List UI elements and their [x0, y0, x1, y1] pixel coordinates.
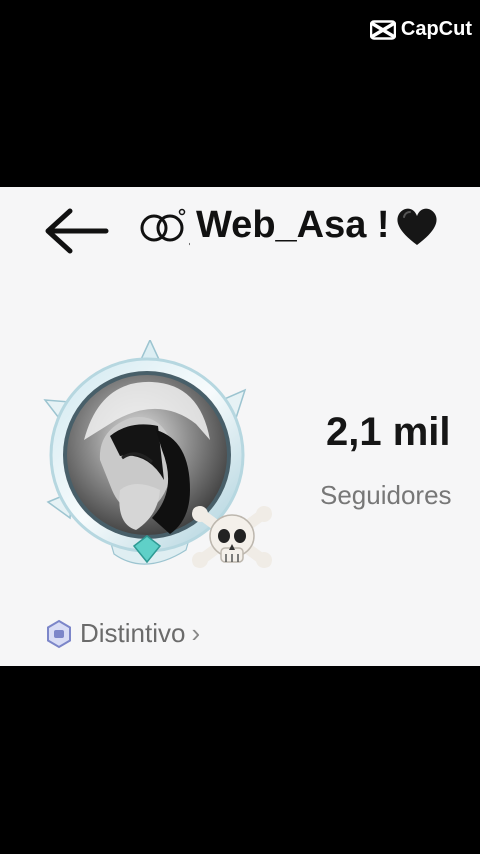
capcut-logo-icon [369, 19, 396, 40]
back-arrow-icon[interactable] [40, 203, 112, 259]
badge-link[interactable]: Distintivo › [44, 618, 200, 649]
watermark-text: CapCut [400, 18, 472, 40]
rings-icon [140, 208, 190, 245]
capcut-watermark: CapCut [369, 18, 472, 41]
badge-label: Distintivo [80, 618, 186, 648]
followers-label[interactable]: Seguidores [320, 480, 452, 511]
avatar-frame[interactable] [40, 340, 280, 590]
skull-crossbones-icon [192, 506, 272, 568]
badge-icon [47, 619, 71, 648]
profile-username: Web_Asa ! [196, 204, 390, 246]
profile-title: Web_Asa ! [138, 204, 440, 247]
black-heart-icon [397, 208, 437, 245]
chevron-right-icon: › [191, 618, 201, 648]
followers-count[interactable]: 2,1 mil [326, 410, 451, 455]
